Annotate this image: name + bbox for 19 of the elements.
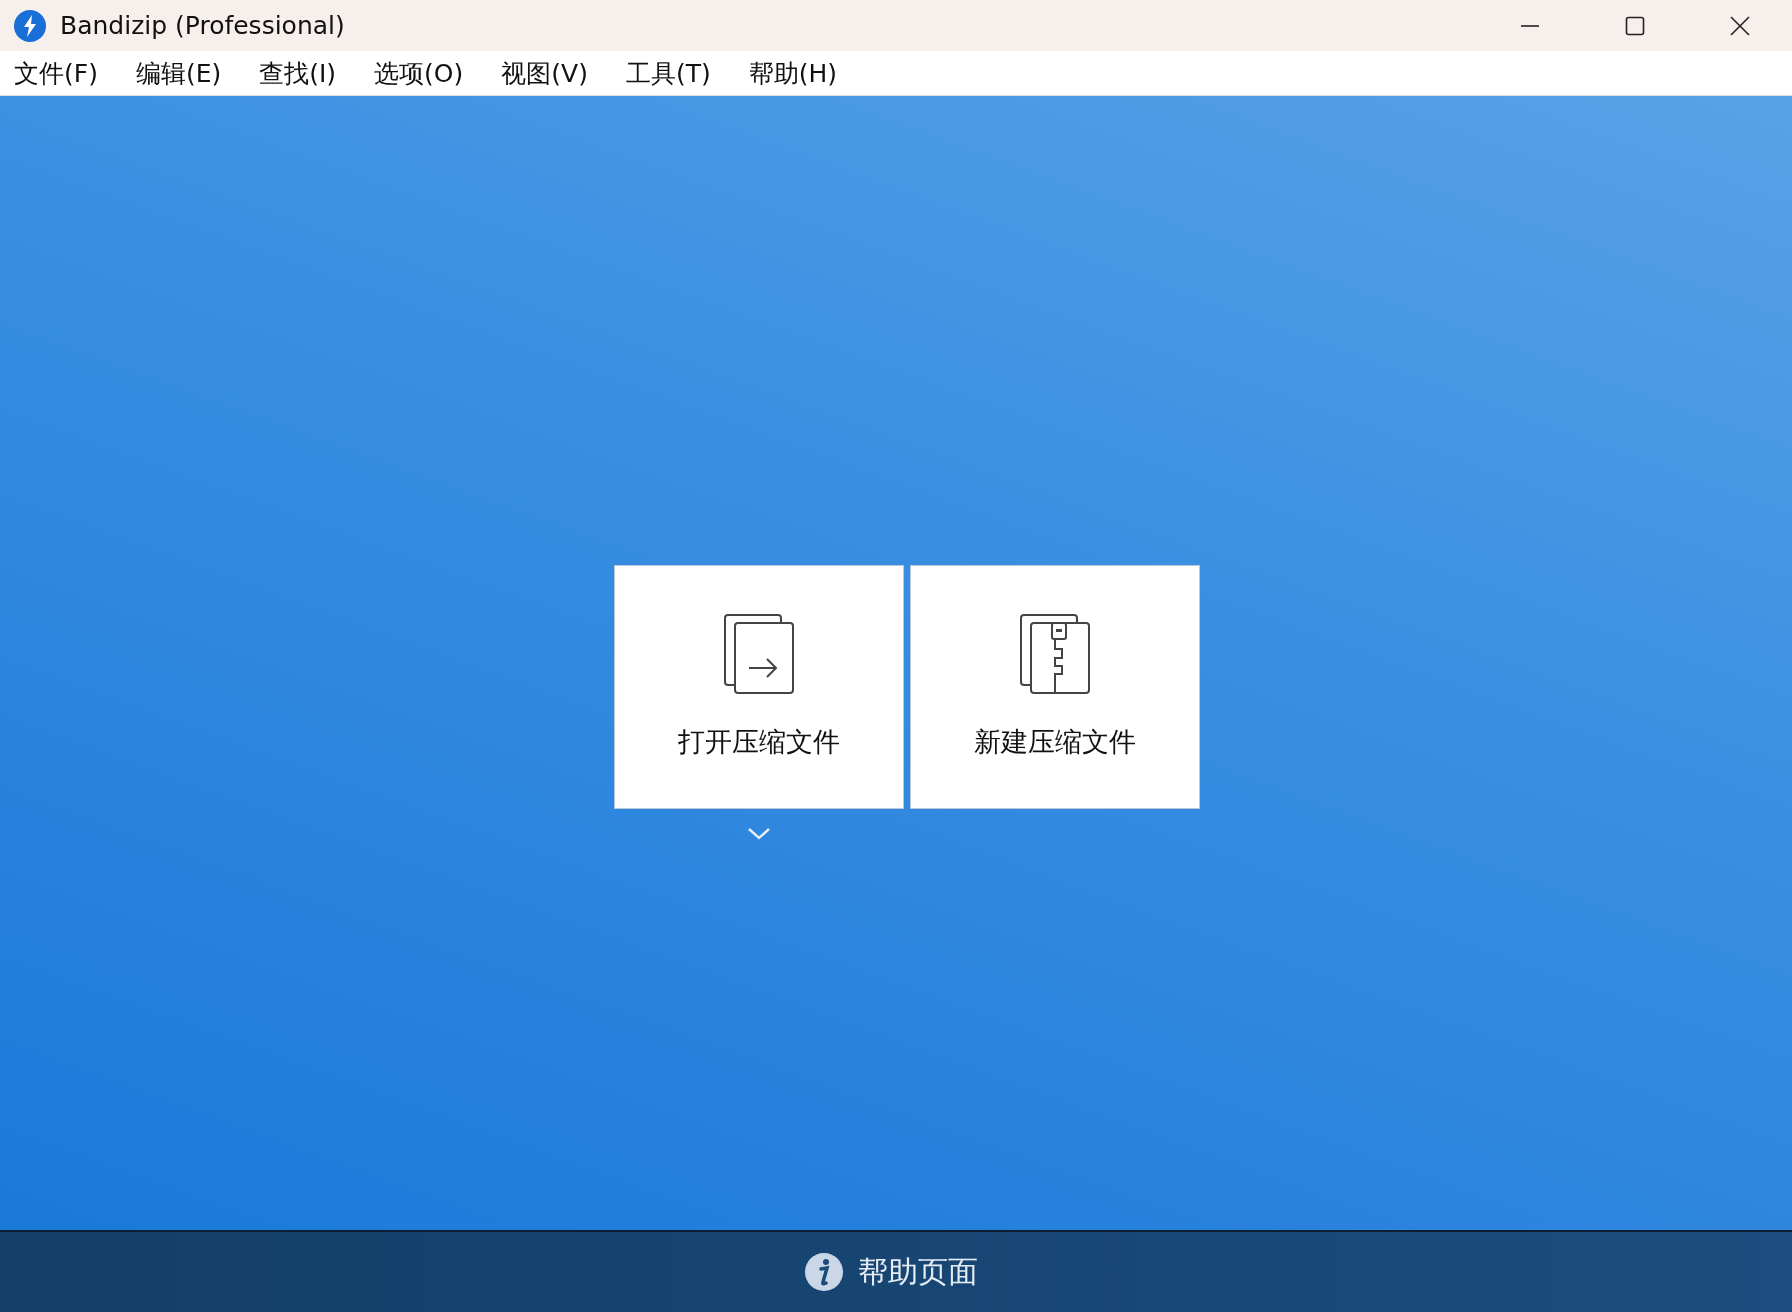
menu-item[interactable]: 视图(V) <box>501 56 588 90</box>
info-icon <box>804 1252 844 1292</box>
action-tile[interactable]: 打开压缩文件 <box>614 565 904 809</box>
chevron-down-icon[interactable] <box>747 827 771 841</box>
menu-item[interactable]: 选项(O) <box>374 56 464 90</box>
menu-item[interactable]: 文件(F) <box>14 56 98 90</box>
menu-item[interactable]: 帮助(H) <box>748 56 837 90</box>
zip-file-icon <box>1020 614 1090 694</box>
action-tile[interactable]: 新建压缩文件 <box>910 565 1200 809</box>
app-logo-icon <box>14 9 46 42</box>
menu-item[interactable]: 编辑(E) <box>135 56 222 90</box>
window-title: Bandizip (Professional) <box>60 11 345 40</box>
help-page-link[interactable]: 帮助页面 <box>804 1251 978 1293</box>
minimize-icon <box>1519 24 1540 27</box>
menu-item[interactable]: 查找(I) <box>259 56 337 90</box>
close-icon <box>1729 15 1750 36</box>
open-file-icon <box>724 614 794 694</box>
menu-item[interactable]: 工具(T) <box>625 56 711 90</box>
maximize-icon <box>1624 15 1645 36</box>
